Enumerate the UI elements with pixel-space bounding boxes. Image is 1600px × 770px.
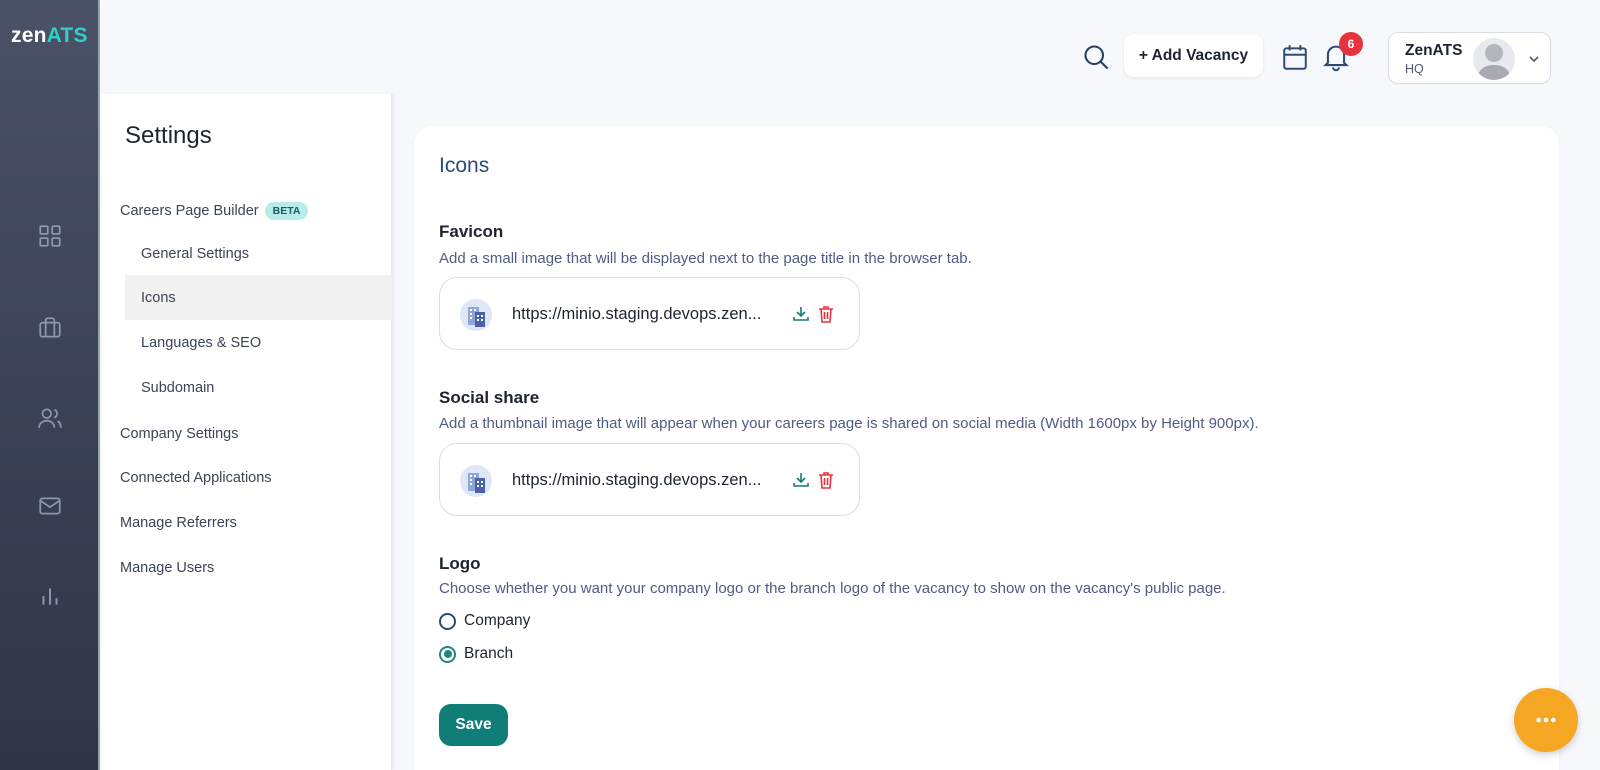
- trash-icon[interactable]: [817, 470, 835, 490]
- building-icon: [460, 299, 492, 331]
- calendar-icon[interactable]: [1282, 44, 1308, 72]
- users-icon[interactable]: [36, 404, 64, 432]
- radio-branch-input[interactable]: [439, 645, 456, 663]
- nav-connected-applications[interactable]: Connected Applications: [120, 470, 272, 486]
- nav-company-settings[interactable]: Company Settings: [120, 426, 238, 442]
- radio-branch-label: Branch: [464, 645, 514, 662]
- nav-careers-page-builder-label: Careers Page Builder: [120, 203, 259, 219]
- social-share-title: Social share: [439, 388, 540, 407]
- settings-sidebar: Settings Careers Page Builder BETA Genera…: [102, 94, 392, 770]
- page-title: Icons: [439, 154, 490, 177]
- logo-description: Choose whether you want your company log…: [439, 580, 1226, 597]
- radio-company-label: Company: [464, 612, 531, 629]
- top-header: + Add Vacancy 6 ZenATS HQ: [100, 0, 1600, 94]
- nav-languages-seo[interactable]: Languages & SEO: [125, 320, 392, 365]
- nav-icons[interactable]: Icons: [125, 275, 392, 320]
- account-menu[interactable]: ZenATS HQ: [1388, 32, 1551, 84]
- settings-title: Settings: [125, 122, 212, 149]
- nav-subdomain[interactable]: Subdomain: [125, 365, 392, 410]
- account-name: ZenATS: [1405, 42, 1463, 59]
- radio-company[interactable]: Company: [439, 612, 530, 630]
- nav-general-settings[interactable]: General Settings: [125, 231, 392, 276]
- notification-badge: 6: [1339, 32, 1363, 56]
- social-share-file: https://minio.staging.devops.zen...: [439, 443, 860, 516]
- avatar: [1473, 38, 1515, 80]
- nav-careers-page-builder[interactable]: Careers Page Builder BETA: [120, 202, 309, 220]
- add-vacancy-button[interactable]: + Add Vacancy: [1124, 34, 1263, 77]
- social-share-description: Add a thumbnail image that will appear w…: [439, 415, 1259, 432]
- nav-manage-users[interactable]: Manage Users: [120, 560, 214, 576]
- radio-company-input[interactable]: [439, 612, 456, 630]
- search-icon[interactable]: [1082, 43, 1110, 71]
- download-icon[interactable]: [792, 471, 810, 489]
- icons-settings-card: Icons Favicon Add a small image that wil…: [414, 126, 1559, 770]
- beta-badge: BETA: [264, 202, 309, 220]
- chat-fab[interactable]: [1514, 688, 1578, 752]
- dashboard-icon[interactable]: [36, 222, 64, 250]
- building-icon: [460, 465, 492, 497]
- radio-branch[interactable]: Branch: [439, 645, 513, 663]
- app-logo[interactable]: zenATS: [11, 24, 88, 48]
- mail-icon[interactable]: [36, 492, 64, 520]
- bar-chart-icon[interactable]: [36, 582, 64, 610]
- social-share-url: https://minio.staging.devops.zen...: [512, 471, 762, 489]
- briefcase-icon[interactable]: [36, 314, 64, 342]
- save-button[interactable]: Save: [439, 704, 508, 746]
- favicon-title: Favicon: [439, 222, 504, 241]
- logo-title: Logo: [439, 554, 481, 573]
- favicon-url: https://minio.staging.devops.zen...: [512, 305, 762, 323]
- account-branch: HQ: [1405, 62, 1424, 76]
- nav-manage-referrers[interactable]: Manage Referrers: [120, 515, 237, 531]
- favicon-description: Add a small image that will be displayed…: [439, 250, 972, 267]
- download-icon[interactable]: [792, 305, 810, 323]
- left-rail: zenATS: [0, 0, 100, 770]
- chevron-down-icon: [1527, 52, 1541, 66]
- favicon-file: https://minio.staging.devops.zen...: [439, 277, 860, 350]
- trash-icon[interactable]: [817, 304, 835, 324]
- more-dots-icon: [1536, 717, 1556, 723]
